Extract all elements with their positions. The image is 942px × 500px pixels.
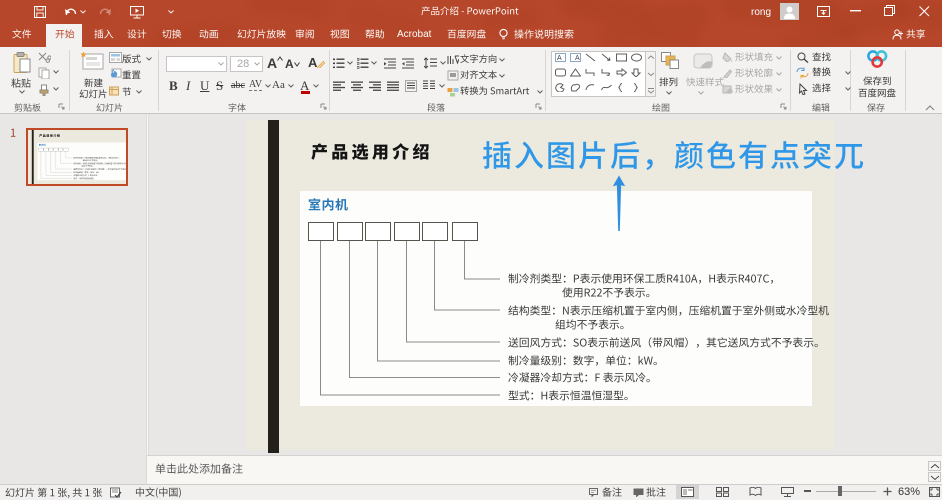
- svg-text:A: A: [557, 55, 562, 62]
- svg-text:A: A: [575, 55, 580, 62]
